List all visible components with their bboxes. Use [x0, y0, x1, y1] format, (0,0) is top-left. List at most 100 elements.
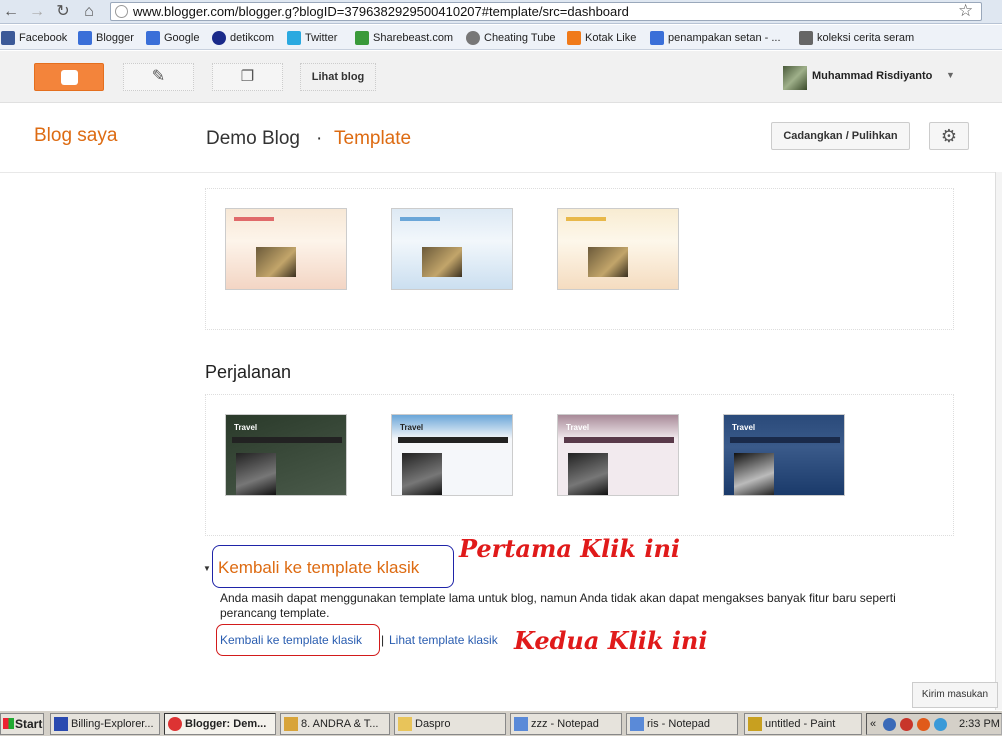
section-heading-travel: Perjalanan — [205, 362, 292, 382]
bookmark-cheating-tube[interactable]: Cheating Tube — [466, 30, 556, 46]
home-icon[interactable]: ⌂ — [80, 3, 98, 21]
thumb-title: Travel — [234, 423, 258, 432]
update-icon[interactable] — [934, 718, 947, 731]
posts-list-button[interactable]: ❐ — [212, 63, 283, 91]
gear-icon[interactable]: ⚙ — [929, 122, 969, 150]
template-thumbnail[interactable] — [391, 208, 513, 290]
bookmark-blogger[interactable]: Blogger — [78, 30, 134, 46]
thumb-title: Travel — [566, 423, 590, 432]
bookmark-star-icon[interactable]: ☆ — [958, 1, 973, 21]
annotation-box-red — [216, 624, 380, 656]
task-label: ris - Notepad — [647, 718, 710, 730]
tray-expand-icon[interactable]: « — [870, 714, 876, 734]
title-separator: · — [316, 128, 323, 149]
bookmark-label: Twitter — [305, 32, 338, 44]
browser-toolbar: ← → ↻ ⌂ www.blogger.com/blogger.g?blogID… — [0, 0, 1002, 24]
forward-arrow-icon[interactable]: → — [28, 3, 46, 21]
chrome-icon — [168, 717, 182, 731]
template-thumbnail[interactable]: Travel — [557, 414, 679, 496]
user-name[interactable]: Muhammad Risdiyanto — [812, 70, 932, 82]
thumb-title: Travel — [732, 423, 756, 432]
annotation-first: Pertama Klik ini — [459, 534, 681, 563]
taskbar-item[interactable]: Billing-Explorer... — [50, 713, 160, 735]
bookmark-penampakan[interactable]: penampakan setan - ... — [650, 30, 781, 46]
book-icon — [799, 31, 813, 45]
address-bar-text: www.blogger.com/blogger.g?blogID=3796382… — [133, 4, 629, 19]
thumb-image — [236, 453, 276, 495]
new-post-button[interactable]: ✎ — [123, 63, 194, 91]
view-classic-link[interactable]: Lihat template klasik — [389, 633, 498, 647]
taskbar-item[interactable]: untitled - Paint — [744, 713, 862, 735]
chevron-down-icon[interactable]: ▼ — [946, 70, 955, 80]
bookmark-facebook[interactable]: Facebook — [1, 30, 67, 46]
thumb-image — [734, 453, 774, 495]
clock[interactable]: 2:33 PM — [959, 714, 1000, 734]
bookmark-twitter[interactable]: Twitter — [287, 30, 337, 46]
reload-icon[interactable]: ↻ — [54, 3, 72, 21]
bookmark-koleksi[interactable]: koleksi cerita seram — [799, 30, 914, 46]
windows-logo-icon — [3, 718, 14, 729]
scrollbar[interactable] — [995, 172, 1002, 712]
link-separator: | — [381, 633, 385, 647]
taskbar-item-active[interactable]: Blogger: Dem... — [164, 713, 276, 735]
caret-down-icon[interactable]: ▼ — [203, 564, 211, 573]
detikcom-icon — [212, 31, 226, 45]
network-icon[interactable] — [883, 718, 896, 731]
classic-description: Anda masih dapat menggunakan template la… — [220, 591, 896, 620]
avatar[interactable] — [783, 66, 807, 90]
task-label: Daspro — [415, 718, 451, 730]
bookmarks-bar: Facebook Blogger Google detikcom Twitter… — [0, 25, 1002, 50]
bookmark-sharebeast[interactable]: Sharebeast.com — [355, 30, 453, 46]
template-thumbnail[interactable]: Travel — [225, 414, 347, 496]
pencil-icon: ✎ — [151, 68, 166, 85]
sharebeast-icon — [355, 31, 369, 45]
paint-icon — [748, 717, 762, 731]
folder-icon — [398, 717, 412, 731]
blogger-home-button[interactable] — [34, 63, 104, 91]
taskbar-item[interactable]: zzz - Notepad — [510, 713, 622, 735]
google-icon — [650, 31, 664, 45]
bookmark-label: Sharebeast.com — [373, 32, 454, 44]
template-thumbnail[interactable]: Travel — [723, 414, 845, 496]
page-info-icon — [115, 5, 128, 18]
taskbar-item[interactable]: ris - Notepad — [626, 713, 738, 735]
send-feedback-button[interactable]: Kirim masukan — [912, 682, 998, 708]
taskbar-item[interactable]: 8. ANDRA & T... — [280, 713, 390, 735]
notepad-icon — [630, 717, 644, 731]
shield-icon[interactable] — [900, 718, 913, 731]
template-thumbnail[interactable] — [557, 208, 679, 290]
backup-restore-button[interactable]: Cadangkan / Pulihkan — [771, 122, 910, 150]
thumb-image — [422, 247, 462, 277]
thumb-nav — [730, 437, 840, 443]
task-label: Billing-Explorer... — [71, 718, 154, 730]
thumb-bar — [400, 217, 440, 221]
facebook-icon — [1, 31, 15, 45]
bookmark-label: penampakan setan - ... — [668, 32, 781, 44]
back-arrow-icon[interactable]: ← — [2, 3, 20, 21]
template-thumbnail[interactable] — [225, 208, 347, 290]
address-bar[interactable]: www.blogger.com/blogger.g?blogID=3796382… — [110, 2, 982, 21]
my-blogs-link[interactable]: Blog saya — [34, 125, 117, 147]
view-blog-button[interactable]: Lihat blog — [300, 63, 376, 91]
bookmark-label: Google — [164, 32, 200, 44]
google-icon — [146, 31, 160, 45]
taskbar-item[interactable]: Daspro — [394, 713, 506, 735]
annotation-second: Kedua Klik ini — [514, 626, 708, 655]
thumb-nav — [564, 437, 674, 443]
start-button[interactable]: Start — [0, 713, 44, 735]
thumb-image — [256, 247, 296, 277]
task-label: zzz - Notepad — [531, 718, 599, 730]
task-label: 8. ANDRA & T... — [301, 718, 379, 730]
thumb-nav — [232, 437, 342, 443]
bookmark-google[interactable]: Google — [146, 30, 199, 46]
alert-icon[interactable] — [917, 718, 930, 731]
blogger-icon — [567, 31, 581, 45]
pages-icon: ❐ — [240, 68, 255, 85]
system-tray: « 2:33 PM — [866, 713, 1002, 735]
bookmark-kotak-like[interactable]: Kotak Like — [567, 30, 636, 46]
task-label: Blogger: Dem... — [185, 718, 267, 730]
template-thumbnail[interactable]: Travel — [391, 414, 513, 496]
template-group-travel: Travel Travel Travel Travel — [205, 394, 954, 536]
bookmark-detikcom[interactable]: detikcom — [212, 30, 274, 46]
thumb-nav — [398, 437, 508, 443]
